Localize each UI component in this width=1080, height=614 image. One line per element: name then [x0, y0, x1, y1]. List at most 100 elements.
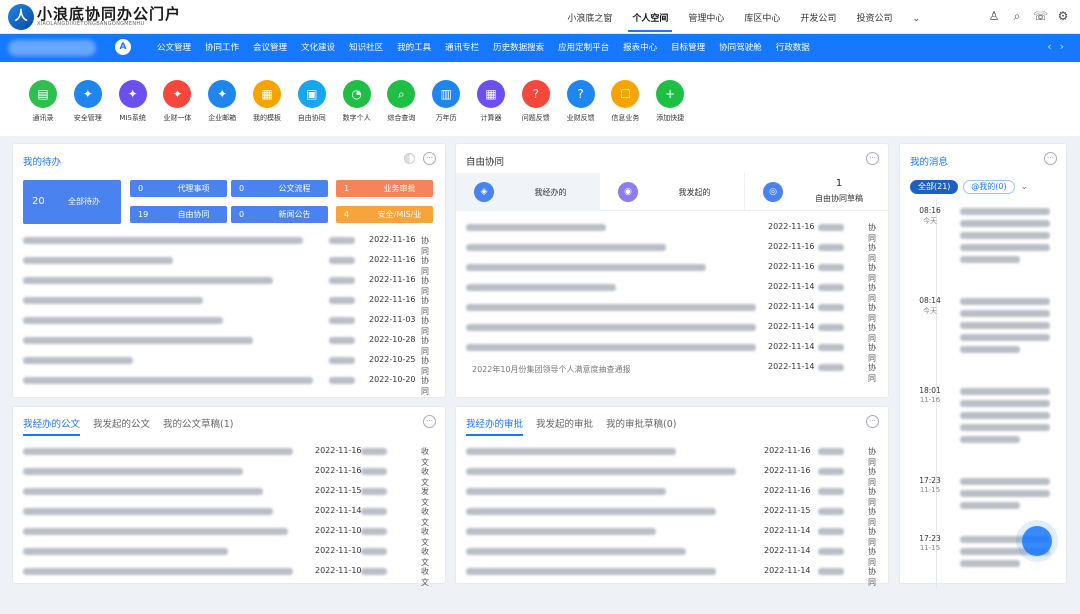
- free-tab-initiated[interactable]: ◉ 我发起的: [600, 173, 744, 211]
- message-item[interactable]: 08:16 今天: [910, 206, 1050, 286]
- list-item[interactable]: 2022-11-16 协同: [23, 254, 435, 276]
- list-item[interactable]: 2022年10月份集团领导个人满意度抽查通报 2022-11-14 协同: [466, 361, 878, 383]
- top-tab-investment[interactable]: 投资公司: [846, 0, 902, 34]
- menu-scroll-arrows-icon[interactable]: ‹›: [1047, 40, 1072, 53]
- list-item[interactable]: 2022-11-14 协同: [466, 525, 878, 547]
- list-item[interactable]: 2022-11-14 协同: [466, 565, 878, 587]
- quick-item[interactable]: ▦ 我的模板: [247, 80, 287, 123]
- search-icon[interactable]: ⌕: [1010, 9, 1024, 23]
- list-item[interactable]: 2022-11-03 协同: [23, 314, 435, 336]
- theme-toggle-icon[interactable]: [404, 153, 415, 164]
- todo-summary-all[interactable]: 20 全部待办: [23, 180, 121, 224]
- top-tab-more-chevron-icon[interactable]: ⌄: [902, 0, 930, 34]
- tab-approvals-initiated[interactable]: 我发起的审批: [536, 416, 593, 436]
- list-item[interactable]: 2022-11-14 收文: [23, 505, 435, 527]
- menu-item[interactable]: 我的工具: [390, 34, 438, 62]
- list-item[interactable]: 2022-11-10 收文: [23, 565, 435, 587]
- brand-logo-icon[interactable]: 人: [8, 4, 34, 30]
- top-tab-development[interactable]: 开发公司: [790, 0, 846, 34]
- more-icon[interactable]: ···: [423, 415, 436, 428]
- top-tab-personal[interactable]: 个人空间: [622, 0, 678, 34]
- message-item[interactable]: 08:14 今天: [910, 296, 1050, 376]
- more-icon[interactable]: ···: [866, 415, 879, 428]
- list-item[interactable]: 2022-11-14 协同: [466, 545, 878, 567]
- list-item[interactable]: 2022-11-10 收文: [23, 545, 435, 567]
- list-item[interactable]: 2022-11-16 协同: [23, 274, 435, 296]
- menu-item[interactable]: 行政数据: [769, 34, 817, 62]
- list-item[interactable]: 2022-10-28 协同: [23, 334, 435, 356]
- quick-item[interactable]: ◔ 数字个人: [337, 80, 377, 123]
- list-item[interactable]: 2022-11-14 协同: [466, 341, 878, 363]
- todo-box[interactable]: 4 安全/MIS/业: [336, 206, 433, 223]
- list-item[interactable]: 2022-11-16 协同: [23, 294, 435, 316]
- quick-item[interactable]: + 添加快捷: [650, 80, 690, 123]
- list-item[interactable]: 2022-11-10 收文: [23, 525, 435, 547]
- menu-item[interactable]: 会议管理: [246, 34, 294, 62]
- free-tab-drafts[interactable]: ◎ 1 自由协同草稿: [744, 173, 888, 211]
- tab-docs-initiated[interactable]: 我发起的公文: [93, 416, 150, 436]
- top-tab-window[interactable]: 小浪底之窗: [557, 0, 622, 34]
- message-item[interactable]: 18:01 11-16: [910, 386, 1050, 466]
- list-item[interactable]: 2022-11-16 协同: [466, 261, 878, 283]
- todo-box[interactable]: 0 公文流程: [231, 180, 328, 197]
- gear-icon[interactable]: ⚙: [1056, 9, 1070, 23]
- chevron-down-icon[interactable]: ⌄: [1021, 182, 1029, 192]
- quick-item[interactable]: ▣ 自由协同: [292, 80, 332, 123]
- tab-approvals-handled[interactable]: 我经办的审批: [466, 416, 524, 436]
- list-item[interactable]: 2022-11-14 协同: [466, 281, 878, 303]
- todo-box[interactable]: 1 业务审批: [336, 180, 433, 197]
- tab-docs-drafts[interactable]: 我的公文草稿(1): [163, 416, 233, 436]
- list-item[interactable]: 2022-11-16 协同: [466, 221, 878, 243]
- list-item[interactable]: 2022-11-16 协同: [23, 234, 435, 256]
- list-item[interactable]: 2022-11-16 收文: [23, 445, 435, 467]
- quick-item[interactable]: ? 业财反馈: [561, 80, 601, 123]
- quick-item[interactable]: ✦ 业财一体: [157, 80, 197, 123]
- menu-item[interactable]: 目标管理: [664, 34, 712, 62]
- more-icon[interactable]: ···: [1044, 152, 1057, 165]
- tab-approvals-drafts[interactable]: 我的审批草稿(0): [606, 416, 676, 436]
- todo-box[interactable]: 19 自由协同: [130, 206, 227, 223]
- more-icon[interactable]: ···: [866, 152, 879, 165]
- list-item[interactable]: 2022-11-15 发文: [23, 485, 435, 507]
- list-item[interactable]: 2022-11-14 协同: [466, 321, 878, 343]
- list-item[interactable]: 2022-11-16 收文: [23, 465, 435, 487]
- todo-box[interactable]: 0 代理事项: [130, 180, 227, 197]
- list-item[interactable]: 2022-11-16 协同: [466, 485, 878, 507]
- quick-item[interactable]: ⌕ 综合查询: [381, 80, 421, 123]
- menu-item[interactable]: 协同工作: [198, 34, 246, 62]
- list-item[interactable]: 2022-10-20 协同: [23, 374, 435, 396]
- chip-mentions[interactable]: @我的(0): [963, 180, 1015, 194]
- top-tab-management[interactable]: 管理中心: [678, 0, 734, 34]
- quick-item[interactable]: ▦ 计算器: [471, 80, 511, 123]
- quick-item[interactable]: ☐ 信息业务: [605, 80, 645, 123]
- chip-all[interactable]: 全部(21): [910, 180, 959, 194]
- list-item[interactable]: 2022-11-14 协同: [466, 301, 878, 323]
- todo-box[interactable]: 0 新闻公告: [231, 206, 328, 223]
- menu-item[interactable]: 报表中心: [616, 34, 664, 62]
- menu-item[interactable]: 文化建设: [294, 34, 342, 62]
- user-icon[interactable]: ♙: [987, 9, 1001, 23]
- avatar[interactable]: A: [115, 39, 131, 55]
- menu-item[interactable]: 公文管理: [150, 34, 198, 62]
- free-tab-handled[interactable]: ◈ 我经办的: [456, 173, 600, 211]
- list-item[interactable]: 2022-11-15 协同: [466, 505, 878, 527]
- tab-docs-handled[interactable]: 我经办的公文: [23, 416, 81, 436]
- quick-item[interactable]: ✦ MIS系统: [113, 80, 153, 123]
- user-name-blurred[interactable]: [8, 40, 96, 56]
- quick-item[interactable]: ✦ 企业邮箱: [202, 80, 242, 123]
- list-item[interactable]: 2022-10-25 协同: [23, 354, 435, 376]
- message-icon[interactable]: ☏: [1033, 9, 1048, 23]
- quick-item[interactable]: ? 问题反馈: [516, 80, 556, 123]
- menu-item[interactable]: 通讯专栏: [438, 34, 486, 62]
- menu-item[interactable]: 历史数据搜索: [486, 34, 551, 62]
- menu-item[interactable]: 知识社区: [342, 34, 390, 62]
- more-icon[interactable]: ···: [423, 152, 436, 165]
- top-tab-reservoir[interactable]: 库区中心: [734, 0, 790, 34]
- menu-item[interactable]: 应用定制平台: [551, 34, 616, 62]
- list-item[interactable]: 2022-11-16 协同: [466, 241, 878, 263]
- list-item[interactable]: 2022-11-16 协同: [466, 465, 878, 487]
- quick-item[interactable]: ✦ 安全管理: [68, 80, 108, 123]
- quick-item[interactable]: ▤ 通讯录: [23, 80, 63, 123]
- quick-item[interactable]: ▥ 万年历: [426, 80, 466, 123]
- menu-item[interactable]: 协同驾驶舱: [712, 34, 769, 62]
